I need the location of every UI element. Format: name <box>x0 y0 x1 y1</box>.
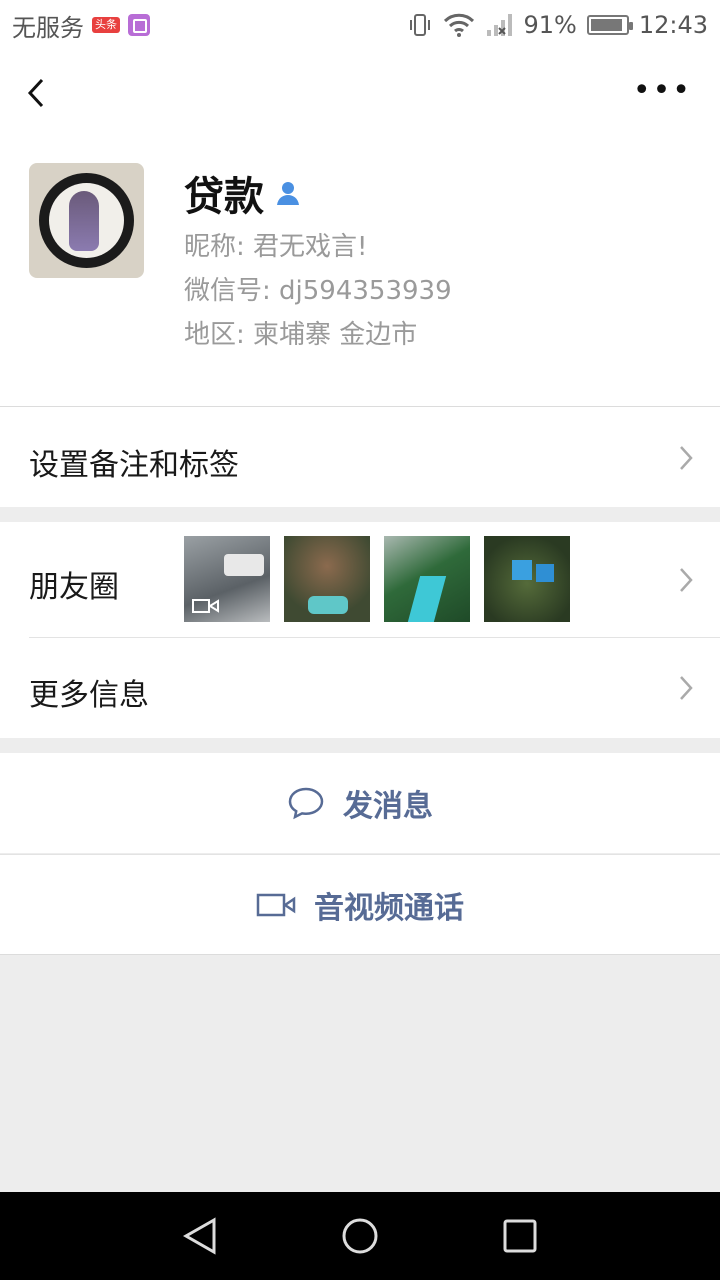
moments-label: 朋友圈 <box>29 570 119 605</box>
video-icon <box>192 599 219 613</box>
top-bar: ••• <box>0 50 720 134</box>
more-info-label: 更多信息 <box>29 678 149 713</box>
moments-photo <box>184 536 270 622</box>
nav-back-icon[interactable] <box>180 1216 220 1256</box>
nickname-text: 昵称: 君无戏言! <box>184 232 368 262</box>
wechat-id-text: 微信号: dj594353939 <box>184 276 452 306</box>
contact-name-row: 贷款 <box>184 164 302 222</box>
battery-icon <box>586 15 633 35</box>
chevron-right-icon <box>680 446 693 470</box>
region-text: 地区: 柬埔寨 金边市 <box>184 320 418 350</box>
nav-home-icon[interactable] <box>340 1216 380 1256</box>
more-options-button[interactable]: ••• <box>633 76 692 106</box>
back-button[interactable] <box>18 72 58 112</box>
profile-card: 贷款 昵称: 君无戏言! 微信号: dj594353939 地区: 柬埔寨 金边… <box>0 134 720 406</box>
send-message-label: 发消息 <box>343 789 433 824</box>
battery-percent: 91% <box>523 11 577 39</box>
more-dots-icon: ••• <box>632 73 692 108</box>
chevron-left-icon <box>27 78 44 108</box>
moments-photo <box>384 536 470 622</box>
moments-row[interactable]: 朋友圈 <box>0 522 720 637</box>
carrier-text: 无服务 <box>12 13 84 42</box>
moments-photo <box>484 536 570 622</box>
more-info-row[interactable]: 更多信息 <box>0 637 720 738</box>
avatar[interactable] <box>29 163 144 278</box>
video-camera-icon <box>256 893 296 916</box>
news-app-badge: 头条 <box>92 17 120 33</box>
contact-name: 贷款 <box>184 174 264 220</box>
system-nav-bar <box>0 1192 720 1280</box>
video-call-button[interactable]: 音视频通话 <box>0 854 720 954</box>
clock: 12:43 <box>638 11 708 39</box>
wifi-icon <box>444 13 475 37</box>
send-message-button[interactable]: 发消息 <box>0 753 720 853</box>
set-remark-row[interactable]: 设置备注和标签 <box>0 406 720 507</box>
nav-recents-icon[interactable] <box>502 1218 538 1254</box>
vibrate-icon <box>410 14 431 36</box>
set-remark-label: 设置备注和标签 <box>29 448 239 483</box>
chevron-right-icon <box>680 676 693 700</box>
video-call-label: 音视频通话 <box>314 890 464 926</box>
gallery-app-icon <box>128 14 150 36</box>
moments-photo <box>284 536 370 622</box>
chat-bubble-icon <box>288 787 324 820</box>
chevron-right-icon <box>680 568 693 592</box>
signal-icon <box>487 14 513 36</box>
status-bar: 无服务 头条 91% 12:43 <box>0 0 720 50</box>
person-verified-icon <box>277 182 299 205</box>
